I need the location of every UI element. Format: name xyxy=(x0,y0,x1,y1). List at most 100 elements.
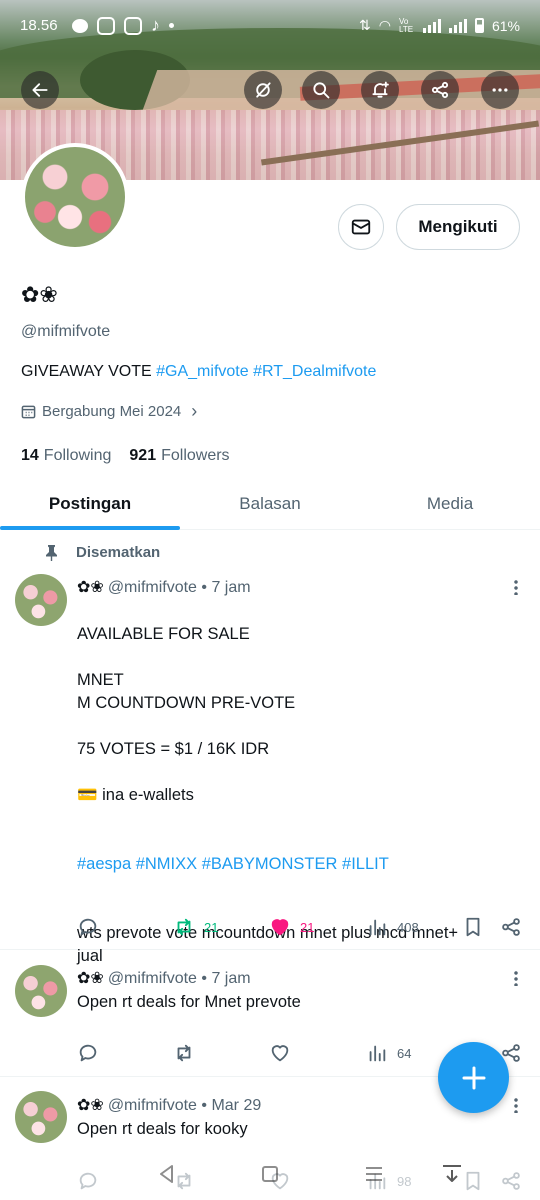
tweet-header: ✿❀ @mifmifvote • Mar 29 xyxy=(77,1095,261,1115)
joined-text: Bergabung Mei 2024 xyxy=(42,403,182,420)
more-notifications-dot-icon xyxy=(169,23,174,28)
follow-counts: 14 Following 921 Followers xyxy=(21,447,230,465)
instagram-notification-icon xyxy=(97,16,115,35)
notifications-button[interactable] xyxy=(361,71,399,109)
following-label: Following xyxy=(43,447,112,464)
grok-button[interactable] xyxy=(244,71,282,109)
signal-icon xyxy=(422,18,441,33)
tweet-author-name[interactable]: ✿❀ xyxy=(77,968,104,987)
search-button[interactable] xyxy=(302,71,340,109)
followers-link[interactable]: 921 Followers xyxy=(129,447,229,465)
nav-recents-button[interactable] xyxy=(362,1162,386,1186)
profile-tabs: Postingan Balasan Media xyxy=(0,478,540,530)
tweet-author-name[interactable]: ✿❀ xyxy=(77,577,104,596)
views-icon xyxy=(369,1045,386,1062)
tweet-more-icon[interactable] xyxy=(514,970,518,986)
share-button[interactable] xyxy=(500,916,522,938)
pin-icon xyxy=(46,545,57,561)
tweet-text: Open rt deals for kooky xyxy=(77,1120,248,1138)
bio-hashtag-ga[interactable]: #GA_mifvote xyxy=(156,363,248,380)
recents-lines-icon xyxy=(366,1167,382,1181)
share-profile-button[interactable] xyxy=(421,71,459,109)
chevron-right-icon: › xyxy=(191,401,198,421)
tab-replies[interactable]: Balasan xyxy=(180,478,360,529)
bell-plus-icon xyxy=(372,81,389,98)
followers-count: 921 xyxy=(129,447,157,464)
data-arrows-icon: ⇅ xyxy=(359,17,371,33)
tweet-pinned[interactable]: ✿❀ @mifmifvote • 7 jam AVAILABLE FOR SALE… xyxy=(0,566,540,965)
views-count: 408 xyxy=(397,919,419,935)
tab-media[interactable]: Media xyxy=(360,478,540,529)
tweet-text: Open rt deals for Mnet prevote xyxy=(77,993,301,1011)
bio-hashtag-rt[interactable]: #RT_Dealmifvote xyxy=(253,363,376,380)
tweet-meta: @mifmifvote • Mar 29 xyxy=(107,1097,262,1114)
tweet-text: AVAILABLE FOR SALE MNET M COUNTDOWN PRE-… xyxy=(77,625,296,804)
triangle-back-icon xyxy=(160,1165,173,1183)
nav-home-button[interactable] xyxy=(258,1162,282,1186)
mail-icon xyxy=(351,219,371,235)
followers-label: Followers xyxy=(161,447,230,464)
tweet-header: ✿❀ @mifmifvote • 7 jam xyxy=(77,577,251,597)
pinned-text: Disematkan xyxy=(76,544,161,561)
status-right: ⇅ ◠ Vo LTE 61% xyxy=(359,17,520,34)
following-count: 14 xyxy=(21,447,39,464)
joined-date[interactable]: Bergabung Mei 2024 › xyxy=(21,401,197,422)
notification-icons: ♪ xyxy=(72,15,174,36)
tweet-avatar[interactable] xyxy=(15,965,67,1017)
system-navigation-bar xyxy=(0,1150,540,1200)
tweet-avatar[interactable] xyxy=(15,574,67,626)
retweet-icon xyxy=(177,918,191,936)
plus-icon xyxy=(462,1066,485,1089)
tab-posts[interactable]: Postingan xyxy=(0,478,180,530)
views-button[interactable]: 64 xyxy=(366,1042,411,1064)
views-icon xyxy=(369,919,386,936)
tiktok-notification-icon: ♪ xyxy=(151,15,160,35)
like-button[interactable] xyxy=(269,1042,291,1064)
following-link[interactable]: 14 Following xyxy=(21,447,111,465)
tweet-body: AVAILABLE FOR SALE MNET M COUNTDOWN PRE-… xyxy=(77,600,522,968)
reply-icon xyxy=(79,918,97,936)
grok-icon xyxy=(256,82,271,98)
tweet-avatar[interactable] xyxy=(15,1091,67,1143)
heart-icon xyxy=(271,919,289,936)
tweet-meta: @mifmifvote • 7 jam xyxy=(107,579,251,596)
more-horizontal-icon xyxy=(492,88,508,92)
retweet-icon xyxy=(177,1044,191,1062)
tweet-more-icon[interactable] xyxy=(514,1097,518,1113)
retweet-button[interactable] xyxy=(173,1042,195,1064)
tweet-actions: 21 21 408 xyxy=(77,916,525,940)
profile-bio: GIVEAWAY VOTE #GA_mifvote #RT_Dealmifvot… xyxy=(21,363,376,381)
profile-avatar[interactable] xyxy=(21,143,129,251)
tweet-hashtags[interactable]: #aespa #NMIXX #BABYMONSTER #ILLIT xyxy=(77,855,389,873)
reply-button[interactable] xyxy=(77,1042,99,1064)
profile-handle: @mifmifvote xyxy=(21,323,111,340)
signal-icon-2 xyxy=(448,18,467,33)
search-icon xyxy=(313,82,330,99)
following-button[interactable]: Mengikuti xyxy=(396,204,520,250)
back-button[interactable] xyxy=(21,71,59,109)
tweet-header: ✿❀ @mifmifvote • 7 jam xyxy=(77,968,251,988)
like-count: 21 xyxy=(300,919,315,935)
bookmark-button[interactable] xyxy=(462,916,484,938)
tweet-author-name[interactable]: ✿❀ xyxy=(77,1095,104,1114)
more-options-button[interactable] xyxy=(481,71,519,109)
tweet-more-icon[interactable] xyxy=(514,579,518,595)
views-button[interactable]: 408 xyxy=(366,916,419,938)
instagram-notification-icon-2 xyxy=(124,16,142,35)
reply-button[interactable] xyxy=(77,916,99,938)
message-button[interactable] xyxy=(338,204,384,250)
wifi-icon: ◠ xyxy=(378,17,391,33)
like-button[interactable]: 21 xyxy=(269,916,314,938)
views-count: 64 xyxy=(397,1045,412,1061)
message-notification-icon xyxy=(72,18,88,33)
profile-name: ✿❀ xyxy=(21,283,58,308)
share-icon xyxy=(431,81,449,99)
nav-back-button[interactable] xyxy=(155,1162,179,1186)
battery-percent: 61% xyxy=(491,17,520,34)
compose-button[interactable] xyxy=(438,1042,509,1113)
nav-hide-keyboard-button[interactable] xyxy=(440,1162,464,1186)
retweet-button[interactable]: 21 xyxy=(173,916,218,938)
share-icon xyxy=(502,918,520,936)
download-tray-icon xyxy=(443,1165,461,1182)
network-label: Vo LTE xyxy=(398,16,414,34)
